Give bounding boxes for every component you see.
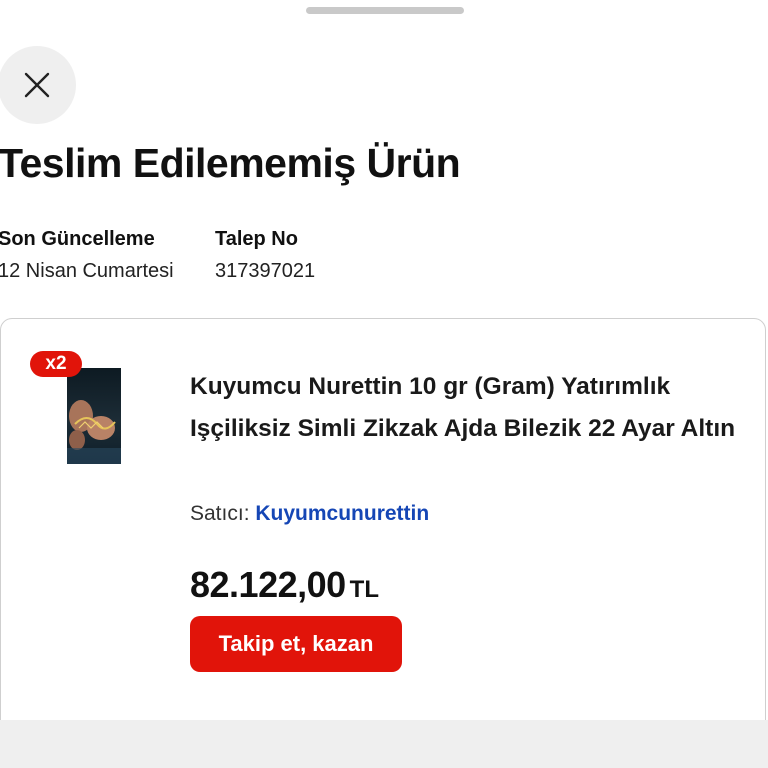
product-image[interactable] xyxy=(67,368,121,464)
last-update-block: Son Güncelleme 12 Nisan Cumartesi xyxy=(0,226,174,284)
last-update-value: 12 Nisan Cumartesi xyxy=(0,260,174,282)
close-icon xyxy=(24,72,50,98)
quantity-badge: x2 xyxy=(30,351,82,377)
seller-label: Satıcı: xyxy=(190,502,250,525)
request-number-value: 317397021 xyxy=(215,260,316,282)
request-number-block: Talep No 317397021 xyxy=(215,226,315,284)
price-currency: TL xyxy=(349,576,379,603)
sheet-grabber-handle[interactable] xyxy=(306,7,464,14)
bottom-background xyxy=(0,720,768,768)
close-button[interactable] xyxy=(0,46,76,124)
price: 82.122,00 TL xyxy=(190,564,379,606)
seller-row: Satıcı: Kuyumcunurettin xyxy=(190,502,429,526)
follow-and-earn-button[interactable]: Takip et, kazan xyxy=(190,616,402,672)
seller-link[interactable]: Kuyumcunurettin xyxy=(255,502,429,525)
price-amount: 82.122,00 xyxy=(190,564,346,605)
page-title: Teslim Edilememiş Ürün xyxy=(0,140,461,186)
product-title[interactable]: Kuyumcu Nurettin 10 gr (Gram) Yatırımlık… xyxy=(190,366,750,450)
request-number-label: Talep No xyxy=(215,228,298,250)
last-update-label: Son Güncelleme xyxy=(0,228,155,250)
